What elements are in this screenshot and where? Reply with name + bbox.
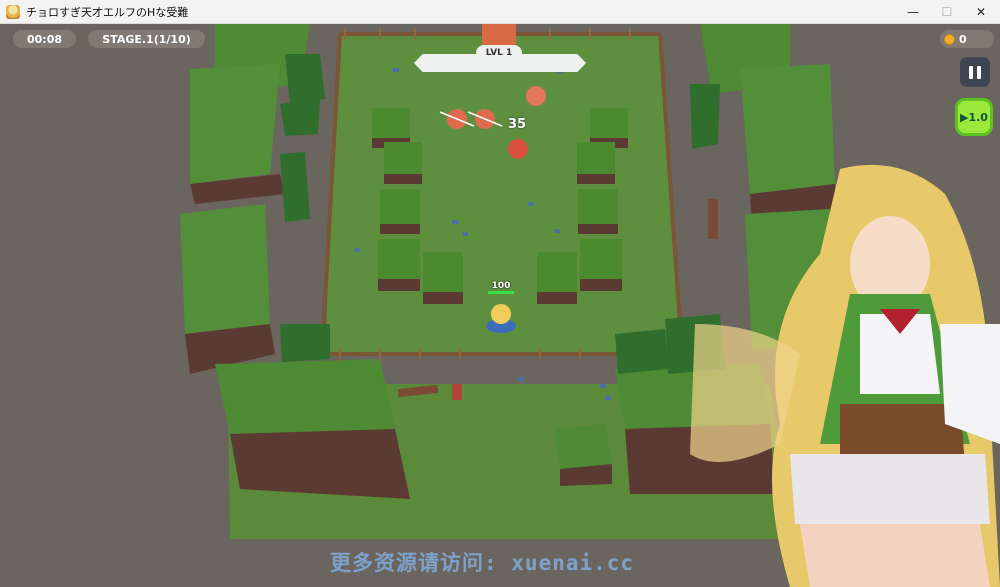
coin-count: 0 xyxy=(959,32,967,46)
pause-icon-bar xyxy=(977,65,981,79)
enemy-mushroom xyxy=(526,86,546,106)
game-viewport[interactable]: 00:08 STAGE.1(1/10) 0 LVL 1 ▶1.0 35 100 … xyxy=(0,24,1000,587)
player-hp-bar xyxy=(488,291,514,294)
coin-icon xyxy=(944,33,955,45)
window-title: チョロすぎ天才エルフのHな受難 xyxy=(26,5,189,19)
pause-icon xyxy=(969,65,973,79)
watermark-text: 更多资源请访问: xuenai.cc xyxy=(330,551,635,575)
damage-popup: 35 xyxy=(508,117,527,132)
enemy-mushroom xyxy=(508,139,528,159)
maximize-button[interactable]: ☐ xyxy=(930,0,964,24)
timer-display: 00:08 xyxy=(13,30,76,48)
coin-counter: 0 xyxy=(940,30,994,48)
level-label: LVL 1 xyxy=(476,45,522,61)
app-icon xyxy=(6,4,20,19)
player-hp-fill xyxy=(488,291,514,294)
stage-indicator: STAGE.1(1/10) xyxy=(88,30,205,48)
speed-button[interactable]: ▶1.0 xyxy=(955,98,993,136)
player-hp-text: 100 xyxy=(491,281,511,291)
game-scene xyxy=(0,24,1000,587)
game-window: チョロすぎ天才エルフのHな受難 — ☐ ✕ 00:08 STAGE.1(1/10… xyxy=(0,0,1000,587)
pause-button[interactable] xyxy=(960,57,990,87)
title-bar: チョロすぎ天才エルフのHな受難 — ☐ ✕ xyxy=(0,0,1000,24)
minimize-button[interactable]: — xyxy=(896,0,930,24)
close-button[interactable]: ✕ xyxy=(964,0,998,24)
